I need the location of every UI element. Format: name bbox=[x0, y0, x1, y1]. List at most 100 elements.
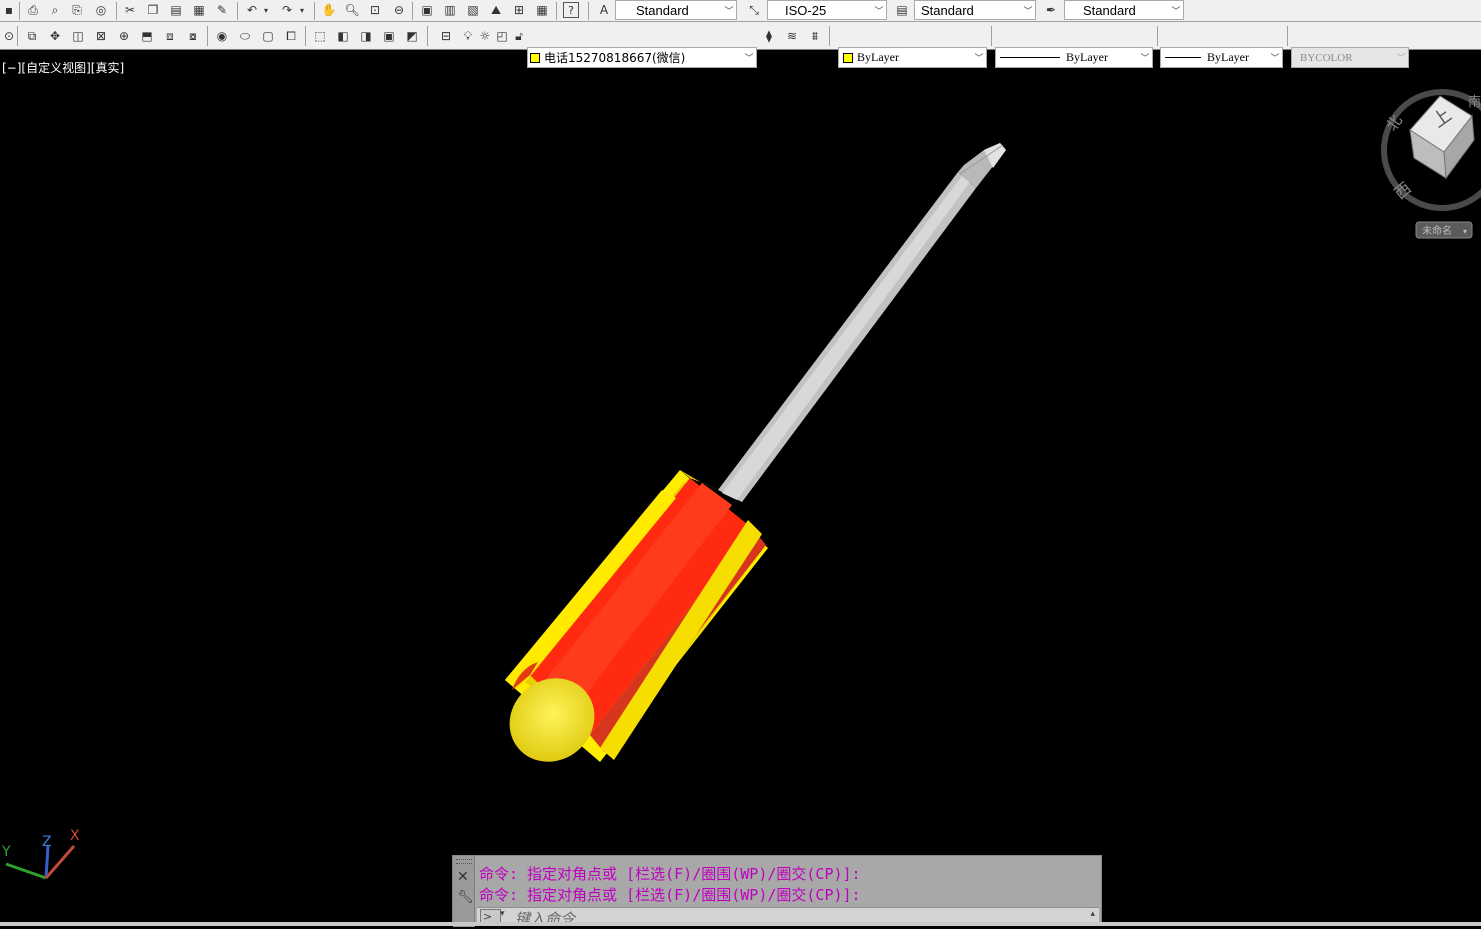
box-icon[interactable]: ⧉ bbox=[23, 27, 41, 45]
text-style-dropdown[interactable]: Standard ﹀ bbox=[615, 0, 737, 20]
render-icon[interactable]: ◩ bbox=[403, 27, 421, 45]
layer-previous-icon[interactable]: ≋ bbox=[783, 27, 801, 45]
layer-lock-icon[interactable]: 🔓︎ bbox=[510, 27, 528, 45]
mleader-style-dropdown[interactable]: Standard ﹀ bbox=[1064, 0, 1184, 20]
help-icon[interactable]: ? bbox=[563, 2, 579, 18]
screwdriver-handle bbox=[505, 470, 768, 762]
undo-dropdown-icon[interactable]: ▾ bbox=[261, 1, 271, 19]
cone-icon[interactable]: ▢ bbox=[259, 27, 277, 45]
toolbar-separator bbox=[207, 26, 208, 46]
wedge-icon[interactable]: ⧠ bbox=[282, 27, 300, 45]
toolbar-separator bbox=[991, 26, 992, 46]
dim-style-dropdown[interactable]: ISO-25 ﹀ bbox=[767, 0, 887, 20]
revolve-icon[interactable]: ⧈ bbox=[161, 27, 179, 45]
text-style-value: Standard bbox=[636, 2, 689, 18]
zoom-window-icon[interactable]: ⊡ bbox=[366, 1, 384, 19]
table-style-icon[interactable]: ▤ bbox=[893, 1, 911, 19]
slice-icon[interactable]: ⧇ bbox=[184, 27, 202, 45]
toolbar-separator bbox=[116, 2, 117, 20]
table-style-value: Standard bbox=[921, 2, 974, 18]
copy-icon[interactable]: ❐ bbox=[144, 1, 162, 19]
status-strip bbox=[0, 922, 1481, 926]
layer-states-icon[interactable]: ⩩ bbox=[806, 27, 824, 45]
chevron-down-icon[interactable]: ▾ bbox=[500, 909, 505, 919]
properties-icon[interactable]: ▣ bbox=[418, 1, 436, 19]
layer-vp-freeze-icon[interactable]: ◰ bbox=[493, 27, 511, 45]
save-icon[interactable]: ▪ bbox=[0, 1, 18, 19]
chevron-down-icon: ﹀ bbox=[1023, 5, 1033, 16]
layer-properties-icon[interactable]: ⊟ bbox=[437, 27, 455, 45]
wrench-icon[interactable]: 🔧︎ bbox=[457, 890, 474, 905]
chevron-up-icon[interactable]: ▴ bbox=[1090, 909, 1095, 919]
wcs-menu-label: 未命名 bbox=[1422, 224, 1452, 237]
flatshot-icon[interactable]: ◧ bbox=[334, 27, 352, 45]
command-line-grip[interactable]: ✕ 🔧︎ bbox=[453, 856, 475, 927]
layer-freeze-icon[interactable]: ☼ bbox=[476, 27, 494, 45]
ucs-icon: Y Z X bbox=[1, 828, 80, 880]
zoom-previous-icon[interactable]: ⊖ bbox=[390, 1, 408, 19]
redo-icon[interactable]: ↷ bbox=[278, 1, 296, 19]
toolbar-separator bbox=[427, 26, 428, 46]
block-editor-icon[interactable]: ✎ bbox=[213, 1, 231, 19]
cut-icon[interactable]: ✂ bbox=[121, 1, 139, 19]
mleader-style-icon[interactable]: ✒ bbox=[1042, 1, 1060, 19]
toolbar-separator bbox=[19, 2, 20, 20]
toolbar-separator bbox=[305, 26, 306, 46]
screwdriver-shaft bbox=[718, 143, 1006, 502]
3d-dwf-icon[interactable]: ◎ bbox=[92, 1, 110, 19]
subtract-icon[interactable]: ⊠ bbox=[92, 27, 110, 45]
sheet-set-icon[interactable]: ⛰ bbox=[487, 1, 505, 19]
publish-icon[interactable]: ⎘ bbox=[68, 1, 86, 19]
orbit-icon[interactable]: ⊙ bbox=[0, 27, 18, 45]
match-properties-icon[interactable]: ▦ bbox=[190, 1, 208, 19]
cylinder-icon[interactable]: ⬭ bbox=[236, 27, 254, 45]
layers-properties-toolbar: ⊙ ⧉ ✥ ◫ ⊠ ⊕ ⬒ ⧈ ⧇ ◉ ⬭ ▢ ⧠ ⬚ ◧ ◨ ▣ ◩ ⊟ 💡︎… bbox=[0, 22, 1481, 68]
solid-edit-icon[interactable]: ◨ bbox=[357, 27, 375, 45]
sphere-icon[interactable]: ◉ bbox=[213, 27, 231, 45]
table-style-dropdown[interactable]: Standard ﹀ bbox=[914, 0, 1036, 20]
ucs-z-label: Z bbox=[42, 834, 52, 850]
screwdriver-model bbox=[505, 143, 1006, 762]
command-line-window: ✕ 🔧︎ 命令: 指定对角点或 [栏选(F)/圈围(WP)/圈交(CP)]: 命… bbox=[452, 855, 1102, 928]
viewcube[interactable]: 上 北 南 西 未命名 ▾ bbox=[1380, 88, 1481, 248]
intersect-icon[interactable]: ⊕ bbox=[115, 27, 133, 45]
dim-style-value: ISO-25 bbox=[785, 2, 827, 18]
drag-grip-icon[interactable] bbox=[456, 859, 472, 864]
mleader-style-value: Standard bbox=[1083, 2, 1136, 18]
union-icon[interactable]: ◫ bbox=[69, 27, 87, 45]
print-icon[interactable]: ⎙ bbox=[24, 1, 42, 19]
shell-icon[interactable]: ▣ bbox=[380, 27, 398, 45]
make-current-layer-icon[interactable]: ⧫ bbox=[760, 27, 778, 45]
extrude-icon[interactable]: ⬒ bbox=[138, 27, 156, 45]
markup-icon[interactable]: ⊞ bbox=[510, 1, 528, 19]
text-style-icon[interactable]: A bbox=[595, 1, 613, 19]
section-plane-icon[interactable]: ⬚ bbox=[311, 27, 329, 45]
toolbar-separator bbox=[314, 2, 315, 20]
toolbar-separator bbox=[1287, 26, 1288, 46]
calculator-icon[interactable]: ▦ bbox=[533, 1, 551, 19]
undo-icon[interactable]: ↶ bbox=[243, 1, 261, 19]
dim-style-icon[interactable]: ⤡ bbox=[745, 1, 763, 19]
layer-on-icon[interactable]: 💡︎ bbox=[459, 27, 477, 45]
print-preview-icon[interactable]: ⌕ bbox=[46, 1, 64, 19]
pan-icon[interactable]: ✋ bbox=[320, 1, 338, 19]
toolbar-separator bbox=[1157, 26, 1158, 46]
toolbar-separator bbox=[588, 2, 589, 20]
wcs-menu[interactable]: 未命名 ▾ bbox=[1415, 221, 1473, 239]
redo-dropdown-icon[interactable]: ▾ bbox=[297, 1, 307, 19]
chevron-down-icon: ﹀ bbox=[724, 5, 734, 16]
ucs-y-axis bbox=[5, 862, 47, 880]
toolbar-separator bbox=[17, 26, 18, 46]
close-icon[interactable]: ✕ bbox=[457, 869, 469, 885]
move-3d-icon[interactable]: ✥ bbox=[46, 27, 64, 45]
ucs-z-axis bbox=[44, 845, 50, 879]
viewcube-south-label: 南 bbox=[1468, 94, 1481, 110]
chevron-down-icon: ﹀ bbox=[874, 5, 884, 16]
design-center-icon[interactable]: ▥ bbox=[441, 1, 459, 19]
zoom-realtime-icon[interactable]: 🔍︎ bbox=[343, 1, 361, 19]
standard-toolbar: ▪ ⎙ ⌕ ⎘ ◎ ✂ ❐ ▤ ▦ ✎ ↶ ▾ ↷ ▾ ✋ 🔍︎ ⊡ ⊖ ▣ ▥… bbox=[0, 0, 1481, 22]
tool-palettes-icon[interactable]: ▧ bbox=[464, 1, 482, 19]
paste-icon[interactable]: ▤ bbox=[167, 1, 185, 19]
toolbar-separator bbox=[556, 2, 557, 20]
chevron-down-icon: ▾ bbox=[1463, 227, 1467, 236]
